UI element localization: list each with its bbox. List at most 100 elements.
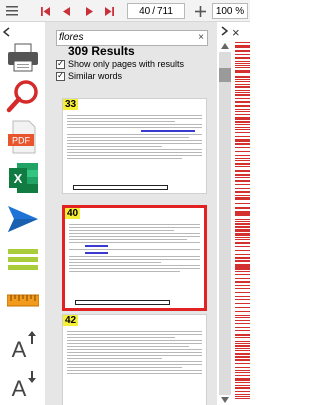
result-marker [235,101,250,103]
previous-page-icon[interactable] [59,0,73,22]
close-panel-icon[interactable]: × [232,25,240,40]
chevron-left-icon[interactable] [2,26,10,40]
result-marker [235,237,250,238]
result-marker [235,367,250,368]
result-marker [235,242,250,244]
left-sidebar: PDF X A A [0,22,45,405]
result-marker [235,132,250,133]
result-marker [235,174,250,176]
send-icon[interactable] [0,200,45,238]
result-marker [235,61,250,62]
result-marker [235,67,250,68]
result-marker [235,65,250,66]
ruler-icon[interactable] [0,284,45,316]
next-page-icon[interactable] [82,0,96,22]
scroll-up-icon[interactable] [219,42,231,51]
result-marker [235,147,250,148]
result-marker [235,191,250,193]
first-page-icon[interactable] [38,0,52,22]
result-marker [235,226,250,228]
page-number-badge: 33 [63,99,79,110]
result-marker [235,188,250,189]
result-marker [235,350,250,351]
result-marker [235,391,250,392]
result-marker [235,260,250,262]
scrollbar-track[interactable] [219,52,231,395]
result-marker [235,246,250,247]
result-marker [235,170,250,172]
result-marker [235,63,250,64]
page-footer [75,300,170,305]
clear-search-icon[interactable]: × [198,31,204,45]
option-similar-words[interactable]: ✓ Similar words [56,71,122,81]
result-marker [235,278,250,279]
result-marker [235,121,250,123]
result-marker [235,124,250,125]
page-thumbnail[interactable]: 42 [62,314,207,405]
result-marker [235,114,250,115]
excel-icon[interactable]: X [0,159,45,197]
result-marker [235,271,250,272]
result-marker [235,311,250,312]
result-marker [235,288,250,289]
excel-label: X [13,171,22,186]
printer-icon[interactable] [0,40,45,76]
page-number-badge: 42 [63,315,79,326]
option-pages-with-results[interactable]: ✓ Show only pages with results [56,59,184,69]
result-marker [235,370,250,371]
right-column: × [217,22,250,405]
font-up-label: A [11,337,26,360]
hamburger-icon[interactable] [4,0,20,22]
result-marker [235,111,250,112]
last-page-icon[interactable] [102,0,116,22]
result-marker [235,317,250,318]
checkbox[interactable]: ✓ [56,71,65,81]
result-marker [235,281,250,283]
page-number-field[interactable]: 40 / 711 [127,3,185,19]
pdf-icon[interactable]: PDF [0,118,45,156]
font-decrease-icon[interactable]: A [0,366,45,402]
result-marker [235,387,250,389]
result-marker [235,105,250,107]
scroll-down-icon[interactable] [219,396,231,405]
results-count: 309 Results [68,44,135,58]
result-marker [235,257,250,259]
result-marker [235,141,250,142]
result-marker [235,76,250,78]
font-increase-icon[interactable]: A [0,327,45,363]
result-marker [235,396,250,397]
result-marker [235,307,250,308]
scrollbar-thumb[interactable] [219,68,231,82]
pdf-label: PDF [12,136,31,146]
result-marker [235,299,250,300]
result-marker [235,90,250,91]
result-marker [235,330,250,331]
checkbox[interactable]: ✓ [56,59,65,69]
result-marker [235,57,250,59]
lines-icon[interactable] [0,242,45,278]
page-content-lines [67,115,202,161]
result-marker [235,239,250,240]
result-marker [235,274,250,275]
result-marker [235,47,250,48]
option-label: Similar words [68,71,123,81]
page-thumbnail[interactable]: 33 [62,98,207,194]
result-marker [235,160,250,161]
result-marker [235,54,250,55]
result-marker [235,223,250,225]
chevron-right-icon[interactable] [221,26,229,39]
search-panel: flores × 309 Results ✓ Show only pages w… [45,22,217,405]
zoom-field[interactable]: 100 % [212,3,248,19]
result-marker [235,221,250,222]
result-marker [235,136,250,137]
result-marker [235,372,250,373]
search-icon[interactable] [0,77,45,115]
current-page: 40 [139,5,151,17]
result-marker [235,119,250,120]
result-marker [235,345,250,347]
result-marker [235,320,250,321]
plus-icon[interactable] [192,0,208,22]
page-thumbnail-selected[interactable]: 40 [62,205,207,311]
result-marker [235,94,250,96]
result-marker [235,356,250,358]
